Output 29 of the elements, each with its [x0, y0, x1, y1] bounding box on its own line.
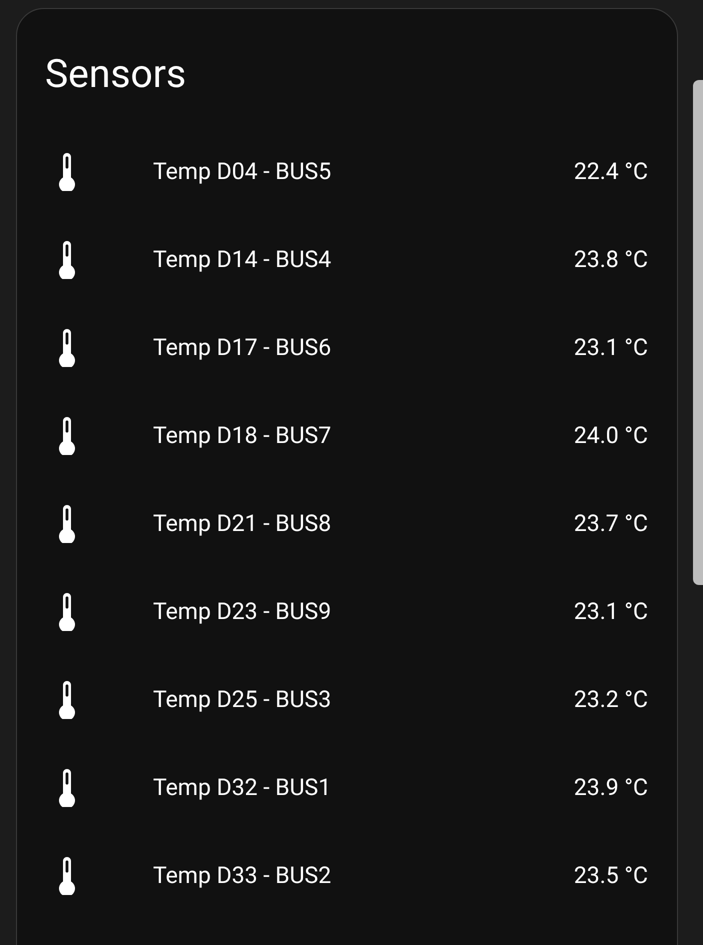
sensor-name[interactable]: Temp D14 - BUS4	[153, 242, 574, 278]
sensor-name[interactable]: Temp D23 - BUS9	[153, 594, 574, 630]
sensor-value: 24.0 °C	[574, 420, 648, 451]
sensor-value: 23.1 °C	[574, 596, 648, 627]
sensor-value: 23.7 °C	[574, 508, 648, 539]
thermometer-icon	[57, 505, 77, 543]
thermometer-icon	[57, 153, 77, 191]
thermometer-icon	[57, 241, 77, 279]
sensor-name[interactable]: Temp D25 - BUS3	[153, 682, 574, 718]
thermometer-icon	[57, 769, 77, 807]
thermometer-icon	[57, 681, 77, 719]
sensor-name[interactable]: Temp D21 - BUS8	[153, 506, 574, 542]
sensor-value: 23.8 °C	[574, 244, 648, 275]
thermometer-icon	[57, 857, 77, 895]
thermometer-icon	[57, 593, 77, 631]
sensor-name[interactable]: Temp D33 - BUS2	[153, 858, 574, 894]
sensor-value: 23.1 °C	[574, 332, 648, 363]
sensor-name[interactable]: Temp D04 - BUS5	[153, 154, 574, 190]
scrollbar[interactable]	[693, 80, 703, 585]
sensor-name[interactable]: Temp D17 - BUS6	[153, 330, 574, 366]
thermometer-icon	[57, 417, 77, 455]
sensor-name[interactable]: Temp D18 - BUS7	[153, 418, 574, 454]
thermometer-icon	[57, 329, 77, 367]
sensor-value: 22.4 °C	[574, 156, 648, 187]
sensor-value: 23.2 °C	[574, 684, 648, 715]
sensor-value: 23.5 °C	[574, 860, 648, 891]
sensor-name[interactable]: Temp D32 - BUS1	[153, 770, 574, 806]
sensor-value: 23.9 °C	[574, 772, 648, 803]
card-title: Sensors	[44, 50, 188, 99]
